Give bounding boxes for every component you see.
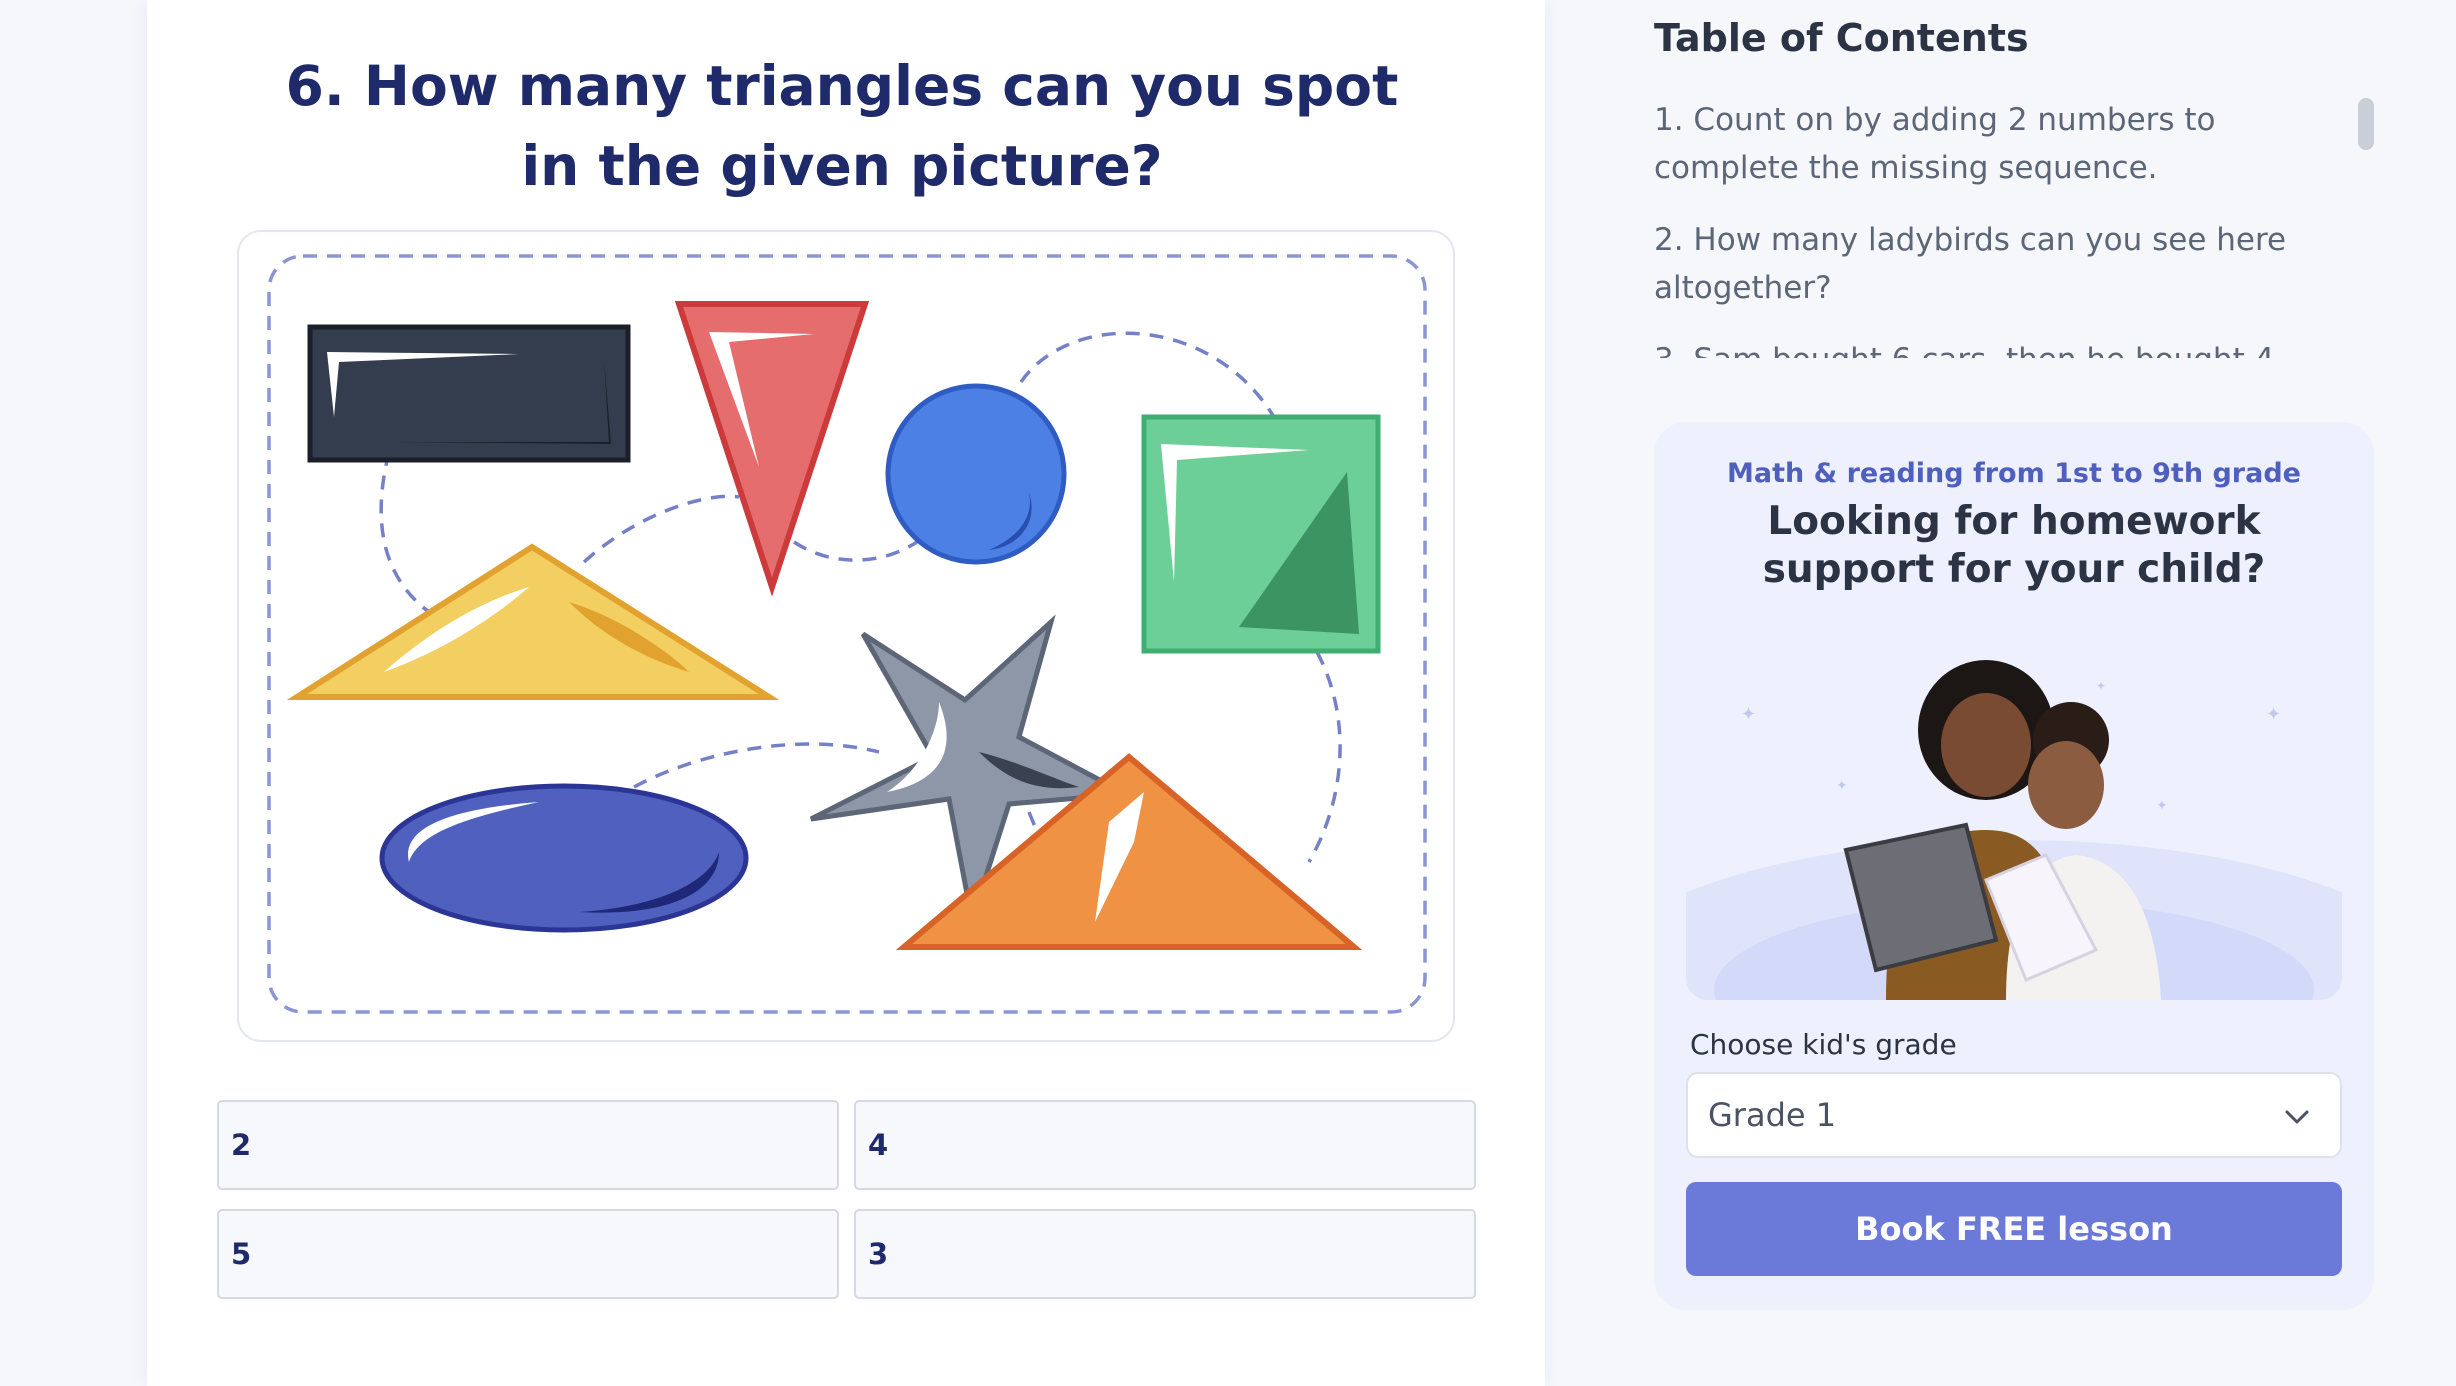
svg-text:✦: ✦ [1741,704,1756,725]
book-free-lesson-button[interactable]: Book FREE lesson [1686,1182,2342,1276]
promo-eyebrow: Math & reading from 1st to 9th grade [1727,458,2301,489]
svg-text:✦: ✦ [2266,704,2281,725]
promo-title: Looking for homework support for your ch… [1762,499,2266,592]
toc-list: 1. Count on by adding 2 numbers to compl… [1654,96,2354,358]
promo-photo: ✦ ✦ ✦ ✦ ✦ [1686,650,2342,1000]
question-card: 6. How many triangles can you spot in th… [147,0,1545,1386]
answer-option-5[interactable]: 5 [217,1209,839,1299]
grade-label: Choose kid's grade [1690,1028,1957,1061]
answer-option-2[interactable]: 2 [217,1100,839,1190]
toc-item[interactable]: 3. Sam bought 6 cars, then he bought 4 m… [1654,336,2354,358]
shape-triangle-yellow [286,543,780,700]
grade-select[interactable]: Grade 1 [1686,1072,2342,1158]
shape-square [1141,414,1381,654]
shape-ellipse [379,783,749,933]
grade-select-value: Grade 1 [1708,1096,1837,1134]
toc-scrollbar[interactable] [2358,98,2374,150]
toc-item[interactable]: 2. How many ladybirds can you see here a… [1654,216,2354,312]
toc-title: Table of Contents [1654,16,2029,60]
shapes-illustration [267,254,1427,1014]
shape-circle [885,383,1067,565]
mother-daughter-reading-illustration: ✦ ✦ ✦ ✦ ✦ [1686,650,2342,1000]
svg-text:✦: ✦ [2096,679,2106,693]
chevron-down-icon [2282,1102,2312,1136]
toc-item[interactable]: 1. Count on by adding 2 numbers to compl… [1654,96,2354,192]
shape-triangle-red [674,301,870,597]
promo-card: Math & reading from 1st to 9th grade Loo… [1654,422,2374,1310]
svg-text:✦: ✦ [1836,778,1848,794]
answer-option-3[interactable]: 3 [854,1209,1476,1299]
question-title: 6. How many triangles can you spot in th… [285,54,1399,198]
shapes-picture [237,230,1455,1042]
answer-option-4[interactable]: 4 [854,1100,1476,1190]
svg-text:✦: ✦ [2156,798,2168,814]
shape-rectangle [307,324,631,463]
